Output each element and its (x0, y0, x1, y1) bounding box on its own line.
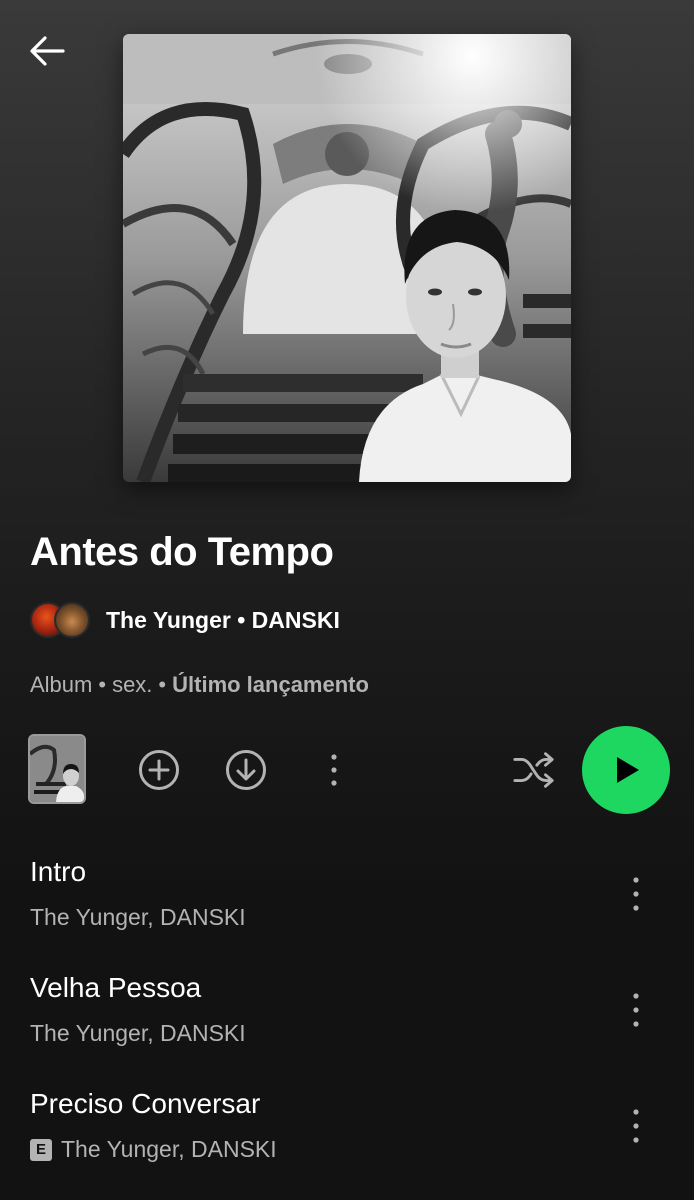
album-meta: Album • sex. • Último lançamento (30, 672, 369, 698)
meta-separator: • (98, 672, 107, 697)
back-button[interactable] (26, 30, 68, 72)
track-title: Velha Pessoa (30, 972, 202, 1003)
track-row[interactable]: Intro The Yunger, DANSKI (0, 850, 694, 950)
track-title: Preciso Conversar (30, 1088, 261, 1119)
track-more-button[interactable] (614, 872, 658, 916)
more-vertical-icon (331, 754, 337, 786)
artists-label: The Yunger • DANSKI (106, 606, 340, 633)
album-title: Antes do Tempo (30, 530, 334, 574)
arrow-left-icon (30, 36, 65, 66)
more-vertical-icon (633, 1109, 639, 1143)
play-button[interactable] (582, 726, 670, 814)
avatar-danski (54, 602, 90, 638)
action-bar (28, 726, 670, 814)
more-options-button[interactable] (312, 748, 356, 792)
track-artist-row: The Yunger, DANSKI (30, 1020, 246, 1047)
track-artist-row: E The Yunger, DANSKI (30, 1136, 277, 1163)
release-day: sex. (112, 672, 153, 697)
album-type: Album (30, 672, 93, 697)
track-more-button[interactable] (614, 1104, 658, 1148)
more-vertical-icon (633, 993, 639, 1027)
album-thumbnail[interactable] (28, 734, 86, 804)
download-circle-icon (226, 750, 266, 790)
shuffle-button[interactable] (512, 748, 556, 792)
plus-circle-icon (139, 750, 179, 790)
track-row[interactable]: Preciso Conversar E The Yunger, DANSKI (0, 1082, 694, 1182)
download-button[interactable] (224, 748, 268, 792)
add-to-library-button[interactable] (137, 748, 181, 792)
track-artist-row: The Yunger, DANSKI (30, 904, 246, 931)
track-artist: The Yunger, DANSKI (30, 1020, 246, 1046)
play-icon (617, 757, 639, 783)
meta-separator: • (158, 672, 167, 697)
release-label: Último lançamento (172, 672, 369, 697)
more-vertical-icon (633, 877, 639, 911)
track-row[interactable]: Velha Pessoa The Yunger, DANSKI (0, 966, 694, 1066)
track-artist: The Yunger, DANSKI (30, 904, 246, 930)
shuffle-icon (513, 752, 554, 788)
album-cover (123, 34, 571, 482)
track-title: Intro (30, 856, 87, 887)
explicit-badge: E (30, 1138, 52, 1161)
artists-row[interactable]: The Yunger • DANSKI (30, 602, 340, 638)
artist-avatars (30, 602, 92, 638)
track-more-button[interactable] (614, 988, 658, 1032)
track-artist: The Yunger, DANSKI (61, 1136, 277, 1162)
